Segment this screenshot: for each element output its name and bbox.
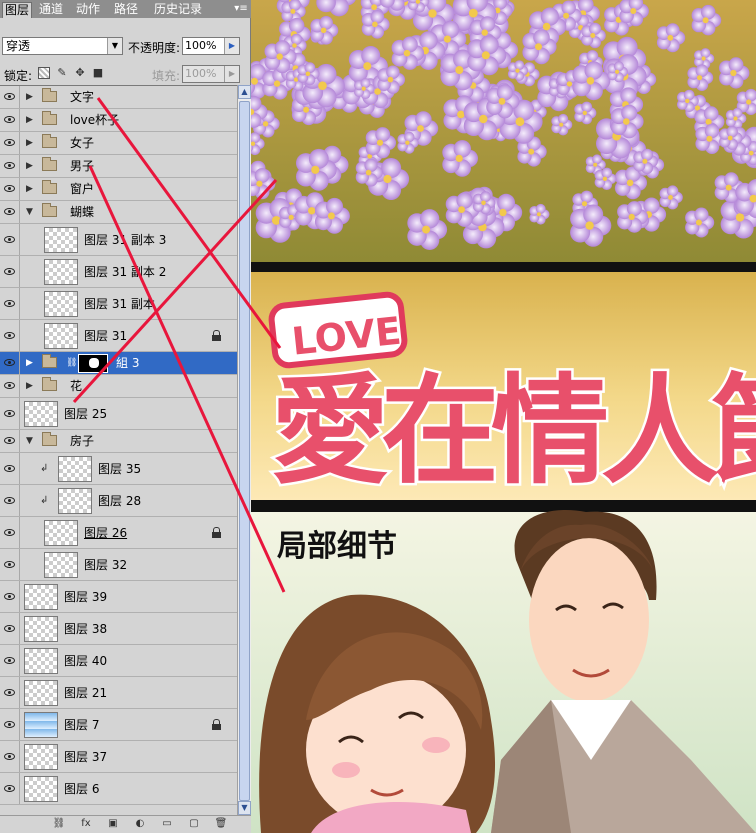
annotation-line [96,97,282,349]
annotation-overlay [72,97,286,593]
annotation-line [72,178,278,404]
annotation-line [88,165,286,593]
